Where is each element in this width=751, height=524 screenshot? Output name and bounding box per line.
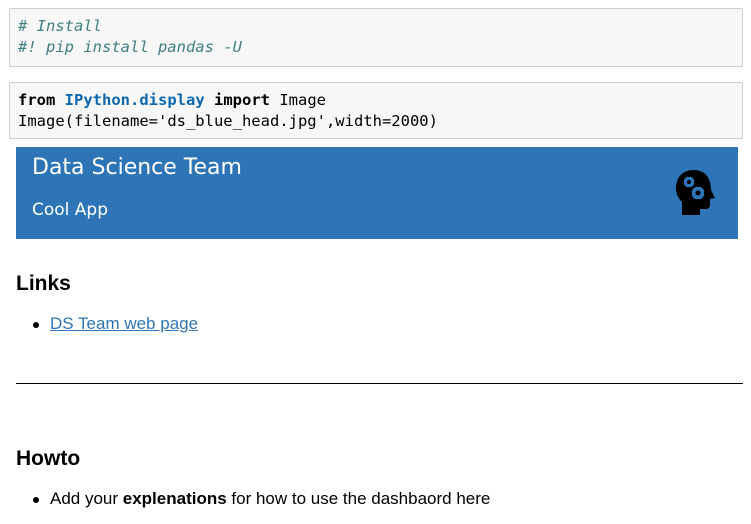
keyword-import: import (214, 91, 270, 109)
banner-subtitle: Cool App (32, 200, 109, 220)
howto-list: Add your explenations for how to use the… (33, 489, 490, 509)
howto-text-bold: explenations (122, 489, 227, 508)
output-banner-image: Data Science Team Cool App (16, 147, 738, 239)
links-heading: Links (16, 272, 71, 295)
links-list: DS Team web page (33, 314, 198, 334)
keyword-from: from (18, 91, 56, 109)
howto-text-suffix: for how to use the dashbaord here (226, 489, 491, 508)
call-end: ,width=2000) (325, 112, 438, 130)
list-item: DS Team web page (33, 314, 198, 334)
import-name: Image (279, 91, 327, 109)
list-item: Add your explenations for how to use the… (33, 489, 490, 509)
head-gears-icon (676, 170, 715, 215)
howto-heading: Howto (16, 447, 81, 470)
filename-string: 'ds_blue_head.jpg' (157, 112, 326, 130)
horizontal-rule (16, 383, 743, 384)
howto-text-prefix: Add your (50, 489, 123, 508)
call-start: Image(filename= (18, 112, 158, 130)
ds-team-link[interactable]: DS Team web page (50, 314, 198, 333)
code-comment: # Install (18, 17, 102, 35)
code-cell-image[interactable]: from IPython.display import Image Image(… (9, 82, 743, 139)
code-comment: #! pip install pandas -U (18, 38, 242, 56)
code-cell-install[interactable]: # Install #! pip install pandas -U (9, 8, 743, 67)
module-name: IPython.display (64, 91, 205, 109)
banner-title: Data Science Team (32, 155, 242, 180)
